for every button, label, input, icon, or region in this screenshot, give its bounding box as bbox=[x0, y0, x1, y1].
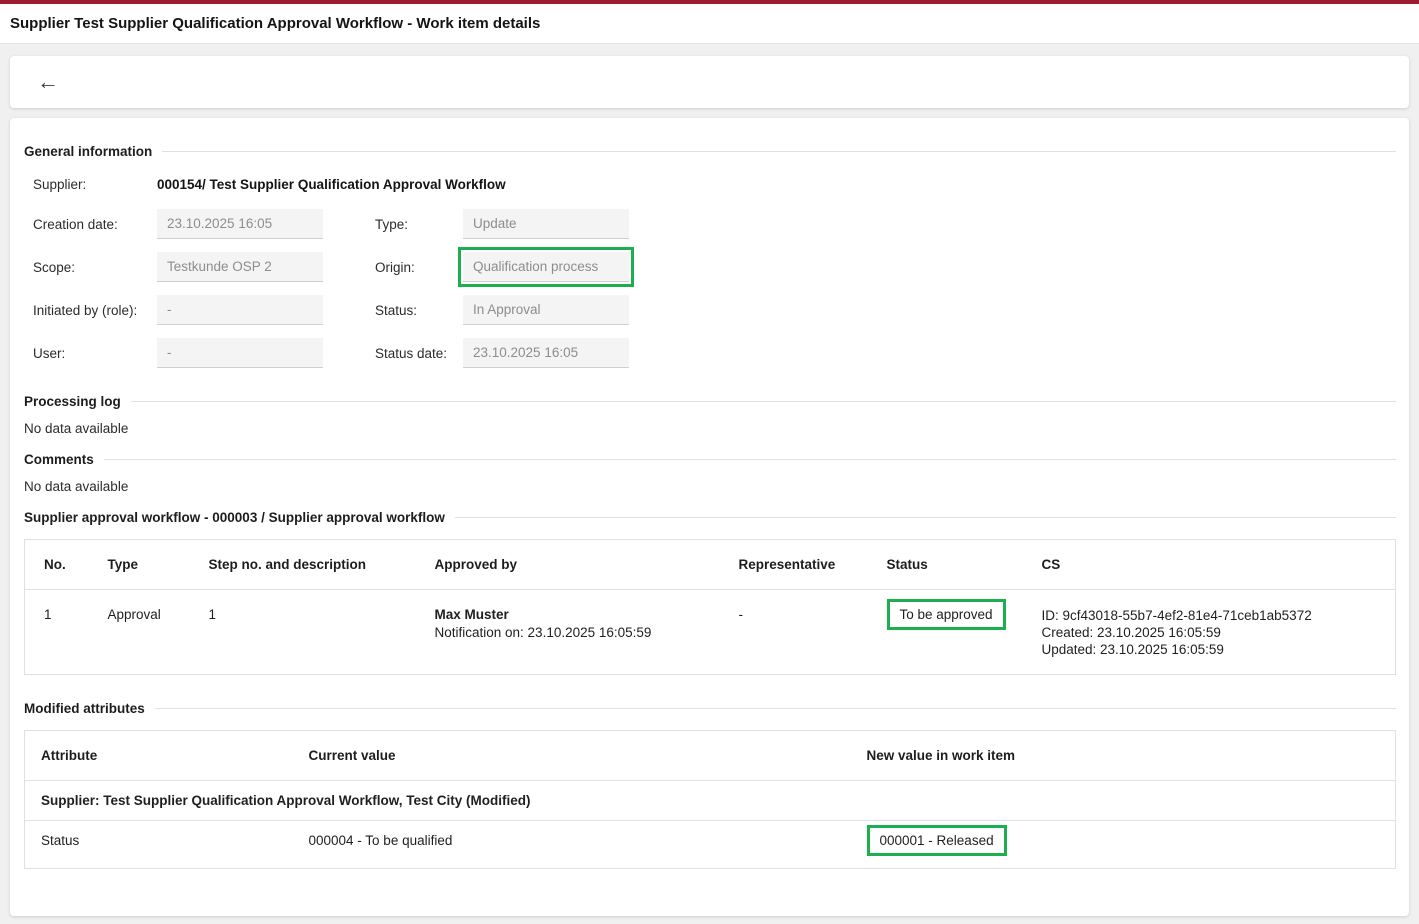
supplier-row: Supplier: 000154/ Test Supplier Qualific… bbox=[33, 177, 1396, 192]
supplier-label: Supplier: bbox=[33, 177, 157, 192]
field-row-4: User: - Status date: 23.10.2025 16:05 bbox=[33, 338, 1396, 368]
scope-field[interactable]: Testkunde OSP 2 bbox=[157, 252, 323, 282]
column-header-new-value: New value in work item bbox=[851, 731, 1396, 781]
origin-label: Origin: bbox=[375, 260, 463, 275]
modified-attribute-row: Status 000004 - To be qualified 000001 -… bbox=[25, 821, 1396, 869]
approval-workflow-table: No. Type Step no. and description Approv… bbox=[24, 539, 1396, 675]
cell-no: 1 bbox=[25, 590, 89, 675]
type-label: Type: bbox=[375, 217, 463, 232]
column-header-cs: CS bbox=[1023, 540, 1396, 590]
page-title: Supplier Test Supplier Qualification App… bbox=[10, 15, 540, 32]
section-rule bbox=[131, 401, 1396, 402]
content-area: ← General information Supplier: 000154/ … bbox=[0, 44, 1419, 924]
section-title-processing-log: Processing log bbox=[24, 394, 121, 409]
work-item-details-card: General information Supplier: 000154/ Te… bbox=[10, 118, 1409, 916]
user-field[interactable]: - bbox=[157, 338, 323, 368]
cell-type: Approval bbox=[89, 590, 190, 675]
cs-id: ID: 9cf43018-55b7-4ef2-81e4-71ceb1ab5372 bbox=[1042, 607, 1384, 624]
column-header-approved-by: Approved by bbox=[416, 540, 720, 590]
modified-supplier-group-row: Supplier: Test Supplier Qualification Ap… bbox=[25, 781, 1396, 821]
cell-status: To be approved bbox=[868, 590, 1023, 675]
status-date-label: Status date: bbox=[375, 346, 463, 361]
table-header-row: Attribute Current value New value in wor… bbox=[25, 731, 1396, 781]
workflow-step-row: 1 Approval 1 Max Muster Notification on:… bbox=[25, 590, 1396, 675]
initiated-by-role-label: Initiated by (role): bbox=[33, 303, 157, 318]
column-header-no: No. bbox=[25, 540, 89, 590]
cell-attribute: Status bbox=[25, 821, 293, 869]
cell-approved-by: Max Muster Notification on: 23.10.2025 1… bbox=[416, 590, 720, 675]
section-header-processing-log: Processing log bbox=[24, 394, 1396, 409]
section-title-modified-attributes: Modified attributes bbox=[24, 701, 145, 716]
back-button[interactable]: ← bbox=[28, 62, 68, 102]
cs-created: Created: 23.10.2025 16:05:59 bbox=[1042, 624, 1384, 641]
comments-empty-text: No data available bbox=[24, 479, 1396, 494]
status-label: Status: bbox=[375, 303, 463, 318]
back-arrow-icon: ← bbox=[37, 69, 59, 95]
modified-attributes-table: Attribute Current value New value in wor… bbox=[24, 730, 1396, 869]
processing-log-empty-text: No data available bbox=[24, 421, 1396, 436]
cell-cs: ID: 9cf43018-55b7-4ef2-81e4-71ceb1ab5372… bbox=[1023, 590, 1396, 675]
general-fields: Creation date: 23.10.2025 16:05 Type: Up… bbox=[33, 209, 1396, 368]
section-title-approval-workflow: Supplier approval workflow - 000003 / Su… bbox=[24, 510, 445, 525]
column-header-status: Status bbox=[868, 540, 1023, 590]
table-header-row: No. Type Step no. and description Approv… bbox=[25, 540, 1396, 590]
scope-label: Scope: bbox=[33, 260, 157, 275]
status-date-field[interactable]: 23.10.2025 16:05 bbox=[463, 338, 629, 368]
modified-attributes-table-body: Supplier: Test Supplier Qualification Ap… bbox=[25, 781, 1396, 869]
status-highlight-box: To be approved bbox=[887, 599, 1006, 630]
creation-date-label: Creation date: bbox=[33, 217, 157, 232]
toolbar-card: ← bbox=[10, 56, 1409, 108]
field-row-1: Creation date: 23.10.2025 16:05 Type: Up… bbox=[33, 209, 1396, 239]
creation-date-field[interactable]: 23.10.2025 16:05 bbox=[157, 209, 323, 239]
general-information-body: Supplier: 000154/ Test Supplier Qualific… bbox=[24, 177, 1396, 368]
status-field[interactable]: In Approval bbox=[463, 295, 629, 325]
approval-workflow-table-head: No. Type Step no. and description Approv… bbox=[25, 540, 1396, 590]
column-header-step: Step no. and description bbox=[190, 540, 416, 590]
column-header-current-value: Current value bbox=[293, 731, 851, 781]
approver-name: Max Muster bbox=[435, 607, 708, 622]
supplier-value: 000154/ Test Supplier Qualification Appr… bbox=[157, 177, 506, 192]
column-header-representative: Representative bbox=[720, 540, 868, 590]
section-rule bbox=[104, 459, 1396, 460]
approver-notification: Notification on: 23.10.2025 16:05:59 bbox=[435, 624, 708, 641]
section-header-comments: Comments bbox=[24, 452, 1396, 467]
cell-representative: - bbox=[720, 590, 868, 675]
column-header-type: Type bbox=[89, 540, 190, 590]
approval-workflow-table-body: 1 Approval 1 Max Muster Notification on:… bbox=[25, 590, 1396, 675]
cell-new-value: 000001 - Released bbox=[851, 821, 1396, 869]
cs-updated: Updated: 23.10.2025 16:05:59 bbox=[1042, 641, 1384, 658]
section-header-approval-workflow: Supplier approval workflow - 000003 / Su… bbox=[24, 510, 1396, 525]
section-title-general-information: General information bbox=[24, 144, 152, 159]
section-rule bbox=[162, 151, 1396, 152]
modified-supplier-group-header: Supplier: Test Supplier Qualification Ap… bbox=[25, 781, 1396, 821]
user-label: User: bbox=[33, 346, 157, 361]
cell-current-value: 000004 - To be qualified bbox=[293, 821, 851, 869]
section-rule bbox=[155, 708, 1396, 709]
section-header-modified-attributes: Modified attributes bbox=[24, 701, 1396, 716]
initiated-by-role-field[interactable]: - bbox=[157, 295, 323, 325]
type-field[interactable]: Update bbox=[463, 209, 629, 239]
field-row-3: Initiated by (role): - Status: In Approv… bbox=[33, 295, 1396, 325]
new-value-highlight-box: 000001 - Released bbox=[867, 825, 1007, 856]
workflow-status-text: To be approved bbox=[900, 607, 993, 622]
cell-step: 1 bbox=[190, 590, 416, 675]
new-value-text: 000001 - Released bbox=[880, 833, 994, 848]
app-header: Supplier Test Supplier Qualification App… bbox=[0, 4, 1419, 44]
section-header-general-information: General information bbox=[24, 144, 1396, 159]
column-header-attribute: Attribute bbox=[25, 731, 293, 781]
section-title-comments: Comments bbox=[24, 452, 94, 467]
origin-field[interactable]: Qualification process bbox=[463, 252, 629, 282]
section-rule bbox=[455, 517, 1396, 518]
field-row-2: Scope: Testkunde OSP 2 Origin: Qualifica… bbox=[33, 252, 1396, 282]
modified-attributes-table-head: Attribute Current value New value in wor… bbox=[25, 731, 1396, 781]
